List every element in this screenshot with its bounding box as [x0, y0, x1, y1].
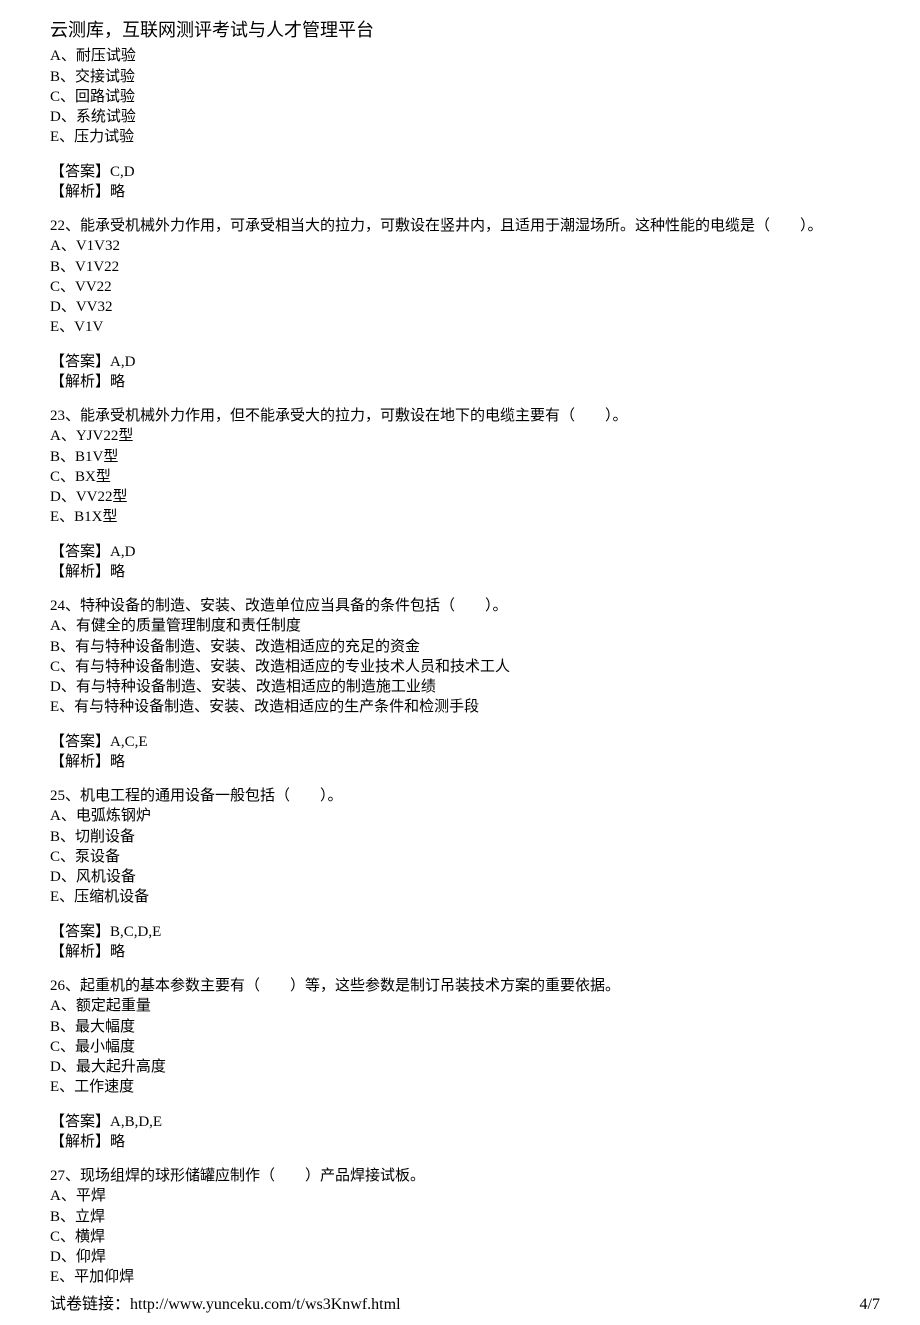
page-footer: 试卷链接：http://www.yunceku.com/t/ws3Knwf.ht…	[50, 1294, 880, 1316]
page-number: 4/7	[860, 1294, 880, 1316]
q27-option-a: A、平焊	[50, 1186, 880, 1206]
q24-option-d: D、有与特种设备制造、安装、改造相适应的制造施工业绩	[50, 677, 880, 697]
q27-option-c: C、横焊	[50, 1227, 880, 1247]
q21-option-e: E、压力试验	[50, 127, 880, 147]
q24-option-b: B、有与特种设备制造、安装、改造相适应的充足的资金	[50, 637, 880, 657]
q21-option-a: A、耐压试验	[50, 46, 880, 66]
q26-option-c: C、最小幅度	[50, 1037, 880, 1057]
q23-analysis: 【解析】略	[50, 562, 880, 582]
q22-analysis: 【解析】略	[50, 372, 880, 392]
q25-option-d: D、风机设备	[50, 867, 880, 887]
q27-option-b: B、立焊	[50, 1207, 880, 1227]
q24-option-e: E、有与特种设备制造、安装、改造相适应的生产条件和检测手段	[50, 697, 880, 717]
q22-option-b: B、V1V22	[50, 257, 880, 277]
q23-option-c: C、BX型	[50, 467, 880, 487]
q25-stem: 25、机电工程的通用设备一般包括（ ）。	[50, 786, 880, 806]
q26-stem: 26、起重机的基本参数主要有（ ）等，这些参数是制订吊装技术方案的重要依据。	[50, 976, 880, 996]
q23-stem: 23、能承受机械外力作用，但不能承受大的拉力，可敷设在地下的电缆主要有（ ）。	[50, 406, 880, 426]
footer-link-label: 试卷链接：	[50, 1296, 130, 1313]
q24-analysis: 【解析】略	[50, 752, 880, 772]
q25-answer: 【答案】B,C,D,E	[50, 922, 880, 942]
q25-option-b: B、切削设备	[50, 827, 880, 847]
q23-answer: 【答案】A,D	[50, 542, 880, 562]
q23-option-d: D、VV22型	[50, 487, 880, 507]
q23-option-b: B、B1V型	[50, 447, 880, 467]
page-header: 云测库，互联网测评考试与人才管理平台	[50, 18, 880, 42]
q25-option-c: C、泵设备	[50, 847, 880, 867]
q23-option-a: A、YJV22型	[50, 426, 880, 446]
q22-option-c: C、VV22	[50, 277, 880, 297]
q26-option-e: E、工作速度	[50, 1077, 880, 1097]
q26-option-b: B、最大幅度	[50, 1017, 880, 1037]
q25-analysis: 【解析】略	[50, 942, 880, 962]
q21-option-c: C、回路试验	[50, 87, 880, 107]
q22-answer: 【答案】A,D	[50, 352, 880, 372]
q21-analysis: 【解析】略	[50, 182, 880, 202]
q24-stem: 24、特种设备的制造、安装、改造单位应当具备的条件包括（ ）。	[50, 596, 880, 616]
q25-option-e: E、压缩机设备	[50, 887, 880, 907]
q22-stem: 22、能承受机械外力作用，可承受相当大的拉力，可敷设在竖井内，且适用于潮湿场所。…	[50, 216, 880, 236]
q22-option-d: D、VV32	[50, 297, 880, 317]
q24-option-a: A、有健全的质量管理制度和责任制度	[50, 616, 880, 636]
q26-answer: 【答案】A,B,D,E	[50, 1112, 880, 1132]
q22-option-a: A、V1V32	[50, 236, 880, 256]
q23-option-e: E、B1X型	[50, 507, 880, 527]
q26-option-a: A、额定起重量	[50, 996, 880, 1016]
q21-option-d: D、系统试验	[50, 107, 880, 127]
q22-option-e: E、V1V	[50, 317, 880, 337]
q21-answer: 【答案】C,D	[50, 162, 880, 182]
q24-answer: 【答案】A,C,E	[50, 732, 880, 752]
q21-option-b: B、交接试验	[50, 67, 880, 87]
q27-option-d: D、仰焊	[50, 1247, 880, 1267]
q26-option-d: D、最大起升高度	[50, 1057, 880, 1077]
q25-option-a: A、电弧炼钢炉	[50, 806, 880, 826]
q24-option-c: C、有与特种设备制造、安装、改造相适应的专业技术人员和技术工人	[50, 657, 880, 677]
q26-analysis: 【解析】略	[50, 1132, 880, 1152]
footer-link-url: http://www.yunceku.com/t/ws3Knwf.html	[130, 1296, 401, 1313]
q27-stem: 27、现场组焊的球形储罐应制作（ ）产品焊接试板。	[50, 1166, 880, 1186]
q27-option-e: E、平加仰焊	[50, 1267, 880, 1287]
